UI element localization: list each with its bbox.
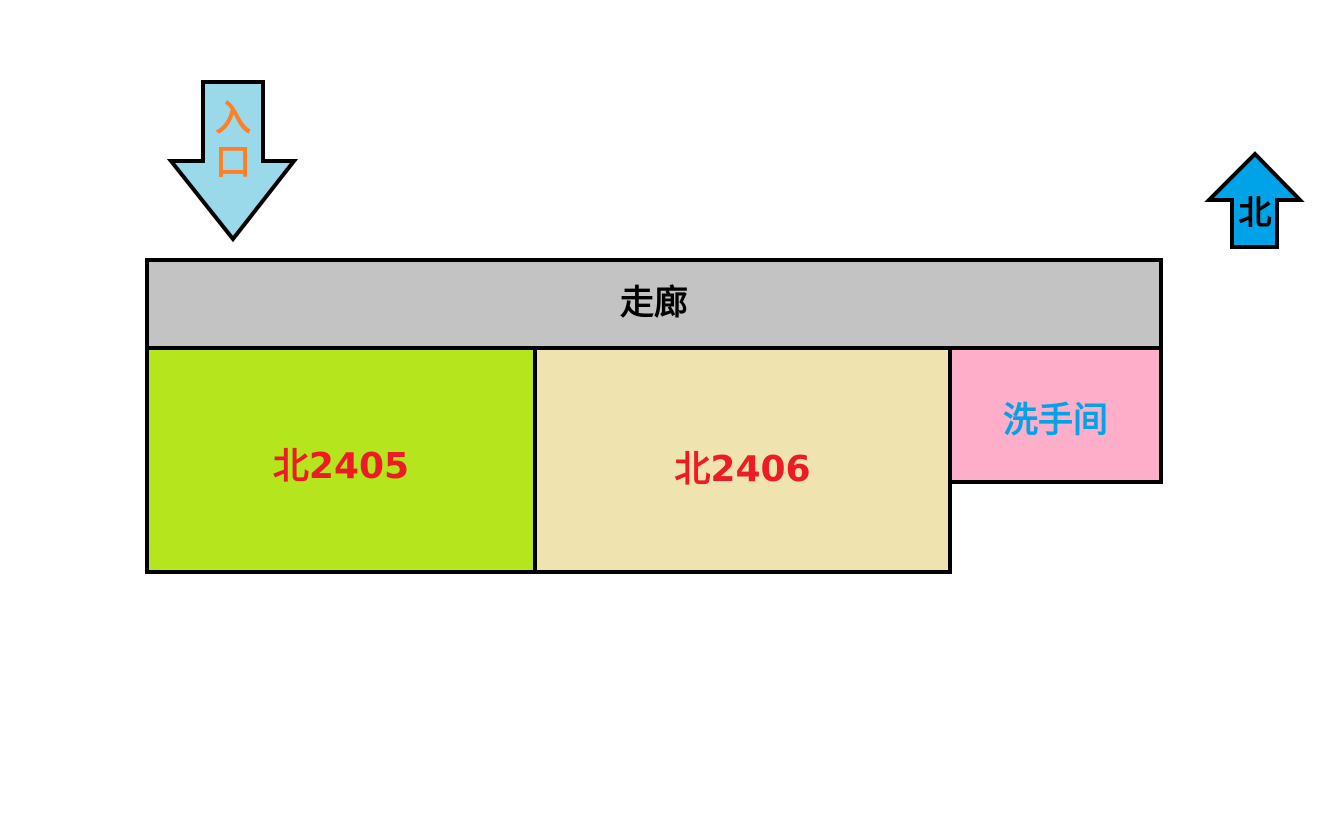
room-2405-label: 北2405 <box>272 446 410 487</box>
restroom-label: 洗手间 <box>1002 401 1108 441</box>
entrance-label-line2: 口 <box>214 142 251 183</box>
corridor-label: 走廊 <box>620 283 688 323</box>
entrance-label-line1: 入 <box>214 98 251 139</box>
north-label: 北 <box>1238 193 1272 232</box>
room-2406-label: 北2406 <box>674 449 811 490</box>
entrance-label: 入 口 <box>203 97 263 185</box>
